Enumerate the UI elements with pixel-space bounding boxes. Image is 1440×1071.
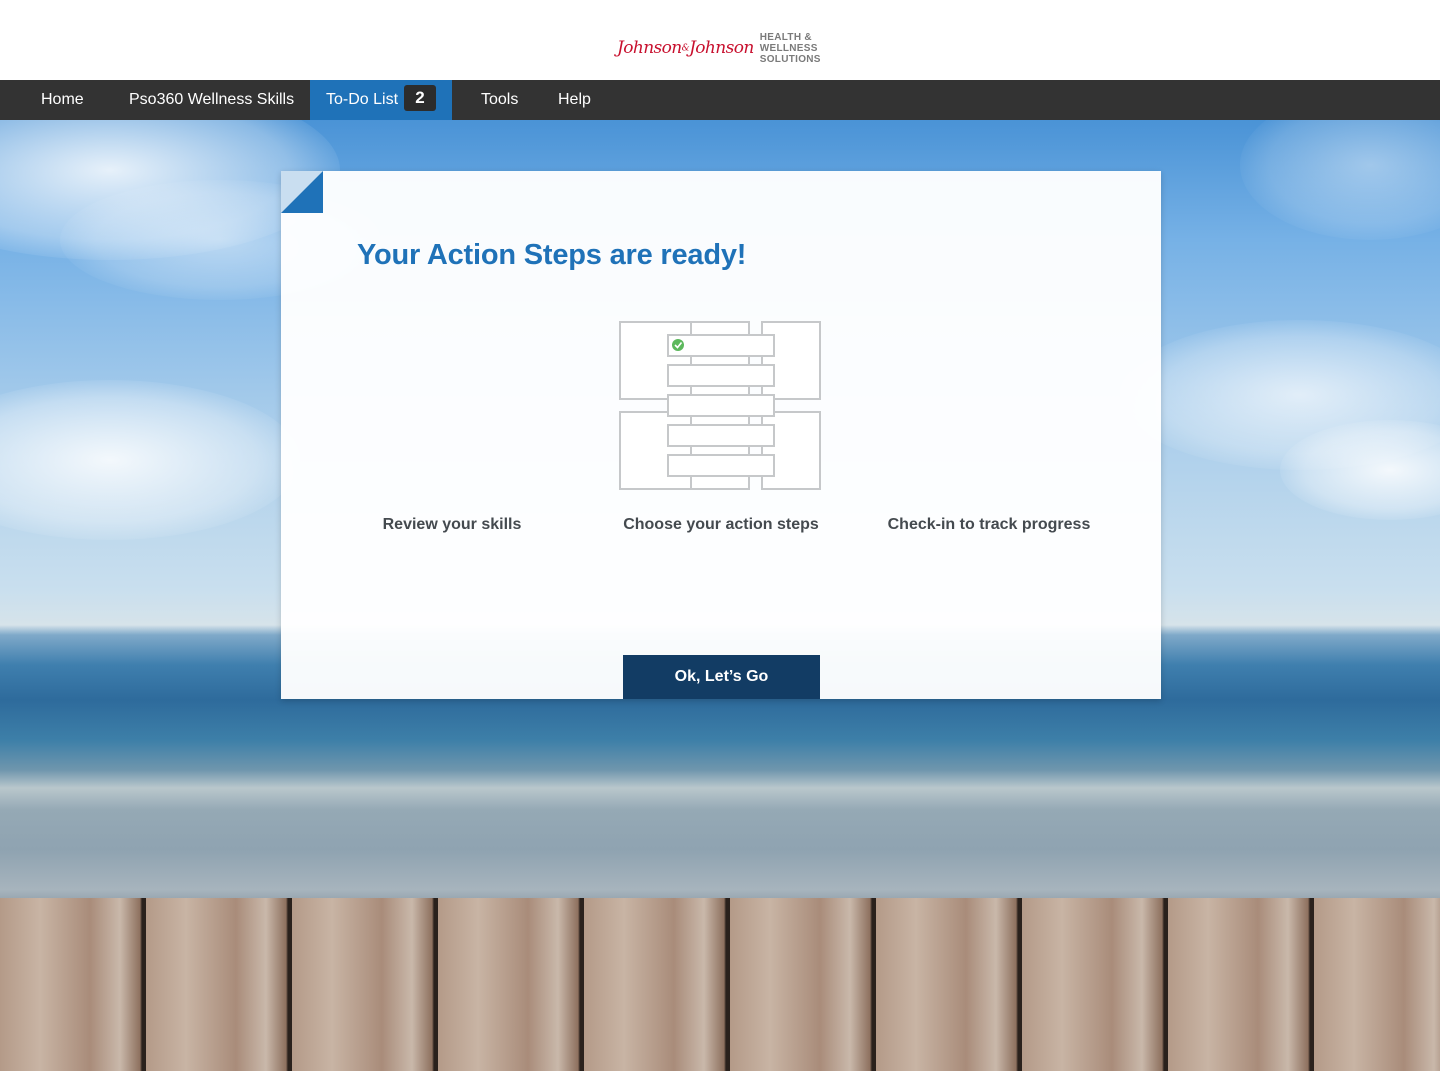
nav-item-tools[interactable]: Tools [481, 80, 518, 120]
nav-item-todo-list[interactable]: To-Do List 2 [310, 80, 453, 120]
brand-logo[interactable]: Johnson&Johnson HEALTH & WELLNESS SOLUTI… [617, 30, 821, 66]
step-label-check-in: Check-in to track progress [887, 516, 1091, 533]
wooden-deck [0, 898, 1440, 1071]
corner-fold-icon [281, 171, 323, 213]
modal-title: Your Action Steps are ready! [357, 239, 747, 271]
action-steps-modal: Your Action Steps are ready! Review your… [281, 171, 1161, 699]
check-circle-icon [672, 339, 684, 351]
todo-count-badge: 2 [404, 84, 437, 111]
nav-item-wellness-skills[interactable]: Pso360 Wellness Skills [129, 80, 294, 120]
logo-wordmark: HEALTH & WELLNESS SOLUTIONS [759, 31, 821, 65]
step-label-choose-action-steps: Choose your action steps [623, 516, 819, 533]
nav-item-help[interactable]: Help [558, 80, 591, 120]
cloud [1240, 120, 1440, 240]
ok-lets-go-button[interactable]: Ok, Let’s Go [623, 655, 820, 699]
step-label-review-skills: Review your skills [382, 516, 522, 533]
cloud [0, 380, 300, 540]
main-nav: Home Pso360 Wellness Skills To-Do List 2 … [0, 80, 1440, 120]
logo-script: Johnson&Johnson [617, 38, 754, 58]
site-header: Johnson&Johnson HEALTH & WELLNESS SOLUTI… [0, 0, 1440, 80]
action-steps-illustration [619, 321, 821, 490]
nav-item-home[interactable]: Home [41, 80, 84, 120]
